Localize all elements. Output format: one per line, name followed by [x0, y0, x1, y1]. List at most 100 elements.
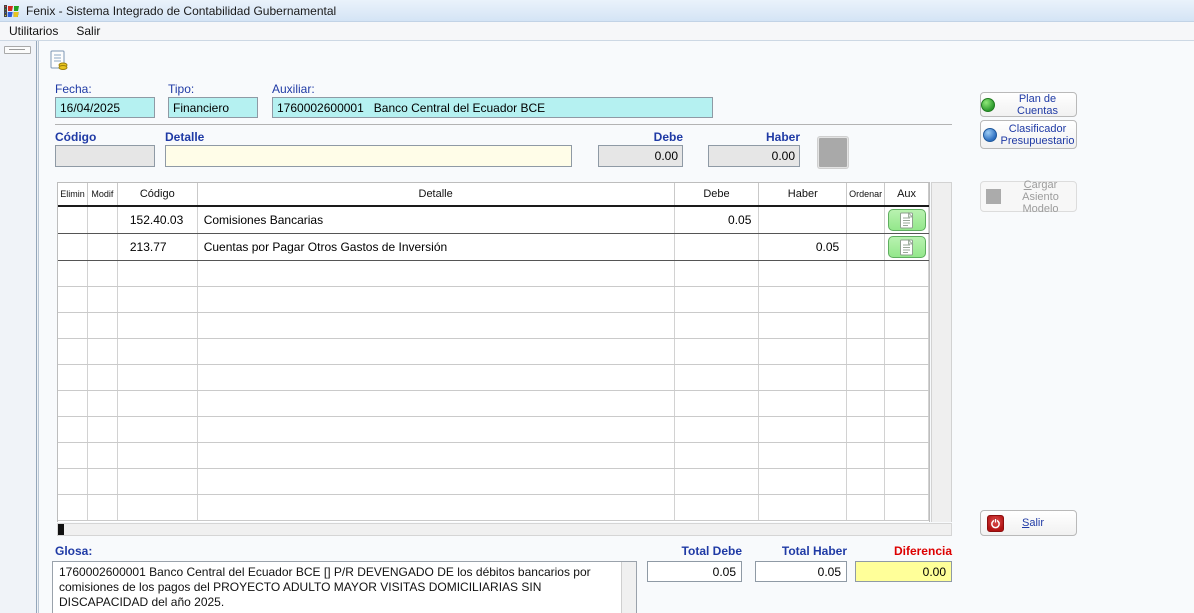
salir-label: Salir: [1022, 517, 1044, 529]
table-row[interactable]: 152.40.03Comisiones Bancarias0.05: [58, 207, 929, 234]
cell-detalle: [198, 417, 675, 442]
cell-ordenar: [847, 207, 885, 233]
grid-empty-row: [58, 313, 929, 339]
grid-empty-row: [58, 261, 929, 287]
grid-empty-row: [58, 391, 929, 417]
cell-ordenar: [847, 234, 885, 260]
total-debe-label: Total Debe: [647, 544, 742, 558]
cell-detalle: [198, 287, 675, 312]
clasificador-presupuestario-button[interactable]: ClasificadorPresupuestario: [980, 120, 1077, 149]
cell-elimin: [58, 261, 88, 286]
cell-elimin: [58, 207, 88, 233]
cell-debe: [675, 261, 760, 286]
cell-debe: [675, 287, 760, 312]
cell-haber: [759, 365, 847, 390]
fecha-input[interactable]: 16/04/2025: [55, 97, 155, 118]
cell-codigo: [118, 391, 198, 416]
header-ordenar: Ordenar: [847, 183, 885, 205]
journal-document-icon[interactable]: [48, 50, 70, 72]
green-sphere-icon: [981, 98, 995, 112]
tipo-label: Tipo:: [168, 82, 194, 96]
cell-elimin: [58, 469, 88, 494]
grid-empty-row: [58, 469, 929, 495]
cell-haber: [759, 287, 847, 312]
glosa-label: Glosa:: [55, 544, 92, 558]
plan-de-cuentas-label: Plan de Cuentas: [999, 93, 1076, 117]
cell-aux: [885, 365, 929, 390]
cell-aux: [885, 261, 929, 286]
cell-modif: [88, 207, 118, 233]
cell-debe: 0.05: [675, 207, 760, 233]
cell-ordenar: [847, 287, 885, 312]
menu-utilitarios[interactable]: Utilitarios: [0, 22, 67, 40]
grid-empty-row: [58, 339, 929, 365]
cell-debe: [675, 417, 760, 442]
cell-codigo: [118, 417, 198, 442]
hscroll-thumb[interactable]: [58, 524, 64, 535]
cell-haber: [759, 391, 847, 416]
cell-detalle: [198, 495, 675, 520]
tipo-input[interactable]: Financiero: [168, 97, 258, 118]
power-icon: [987, 515, 1004, 532]
cell-aux: [885, 234, 929, 260]
cell-debe: [675, 313, 760, 338]
cell-haber: [759, 495, 847, 520]
table-row[interactable]: 213.77Cuentas por Pagar Otros Gastos de …: [58, 234, 929, 261]
salir-button[interactable]: Salir: [980, 510, 1077, 536]
cell-aux: [885, 495, 929, 520]
cell-detalle: [198, 339, 675, 364]
cell-elimin: [58, 417, 88, 442]
cargar-asiento-label: Cargar AsientoModelo: [1005, 179, 1076, 215]
glosa-textarea[interactable]: 1760002600001 Banco Central del Ecuador …: [52, 561, 637, 613]
add-entry-button[interactable]: [818, 137, 848, 168]
cell-codigo: [118, 469, 198, 494]
glosa-scrollbar[interactable]: [621, 562, 636, 613]
aux-detail-button[interactable]: [888, 209, 926, 231]
cell-modif: [88, 495, 118, 520]
total-haber-label: Total Haber: [755, 544, 847, 558]
cell-modif: [88, 365, 118, 390]
haber-input: 0.00: [708, 145, 800, 167]
cell-codigo: [118, 495, 198, 520]
menu-salir[interactable]: Salir: [67, 22, 109, 40]
cell-detalle: Comisiones Bancarias: [198, 207, 675, 233]
detalle-input[interactable]: [165, 145, 572, 167]
cell-aux: [885, 207, 929, 233]
clasificador-label: ClasificadorPresupuestario: [1001, 123, 1075, 147]
window-title: Fenix - Sistema Integrado de Contabilida…: [26, 4, 336, 18]
cell-elimin: [58, 495, 88, 520]
panel-splitter-handle[interactable]: [4, 46, 31, 54]
app-icon: [4, 3, 20, 19]
detalle-label: Detalle: [165, 130, 204, 144]
header-detalle: Detalle: [198, 183, 675, 205]
cell-ordenar: [847, 495, 885, 520]
haber-label: Haber: [708, 130, 800, 144]
cell-elimin: [58, 443, 88, 468]
cell-haber: [759, 207, 847, 233]
cell-ordenar: [847, 391, 885, 416]
cell-elimin: [58, 339, 88, 364]
cell-haber: [759, 417, 847, 442]
auxiliar-input[interactable]: 1760002600001 Banco Central del Ecuador …: [272, 97, 713, 118]
header-modif: Modif: [88, 183, 118, 205]
plan-de-cuentas-button[interactable]: Plan de Cuentas: [980, 92, 1077, 117]
header-haber: Haber: [759, 183, 847, 205]
cell-elimin: [58, 365, 88, 390]
cell-ordenar: [847, 313, 885, 338]
window-titlebar: Fenix - Sistema Integrado de Contabilida…: [0, 0, 1194, 22]
menu-bar: Utilitarios Salir: [0, 22, 1194, 41]
grid-horizontal-scrollbar[interactable]: [57, 523, 952, 536]
cell-detalle: [198, 391, 675, 416]
cell-elimin: [58, 287, 88, 312]
cell-modif: [88, 313, 118, 338]
cell-codigo: [118, 287, 198, 312]
cell-modif: [88, 234, 118, 260]
cell-codigo: [118, 339, 198, 364]
cell-debe: [675, 469, 760, 494]
aux-detail-button[interactable]: [888, 236, 926, 258]
debe-label: Debe: [598, 130, 683, 144]
grid-vertical-scrollbar[interactable]: [931, 182, 952, 522]
grid-empty-row: [58, 495, 929, 521]
glosa-text: 1760002600001 Banco Central del Ecuador …: [59, 565, 614, 610]
cell-codigo: 152.40.03: [118, 207, 198, 233]
